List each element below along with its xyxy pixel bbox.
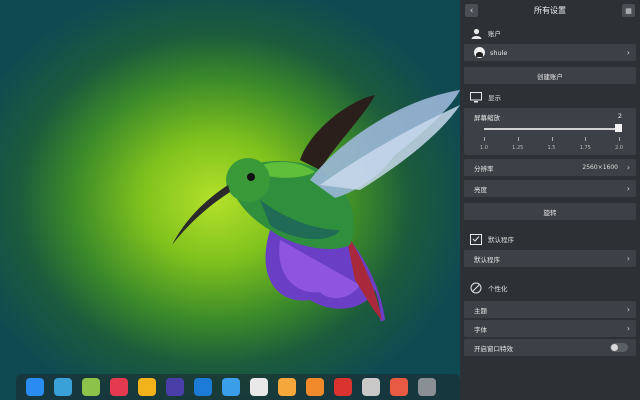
dock-app-store-icon[interactable] [110, 378, 128, 396]
create-account-button[interactable]: 创建账户 [464, 67, 636, 84]
scale-tick [484, 137, 485, 141]
scale-tick [551, 137, 553, 141]
user-icon [470, 27, 482, 39]
user-name: shule [490, 48, 508, 57]
chevron-right-icon: › [626, 48, 630, 57]
font-label: 字体 [474, 325, 487, 334]
dock-chrome-icon[interactable] [138, 378, 156, 396]
grid-view-button[interactable]: ▦ [622, 4, 635, 17]
scale-tick [517, 137, 519, 141]
window-effect-label: 开启窗口特效 [474, 344, 513, 353]
dock-draw-icon[interactable] [250, 378, 268, 396]
scale-slider-track[interactable] [484, 124, 622, 132]
dock-music-icon[interactable] [82, 378, 100, 396]
dock-launcher-icon[interactable] [26, 378, 44, 396]
brightness-row[interactable]: 亮度 › [464, 180, 636, 197]
scale-tick-label: 1.25 [512, 145, 524, 151]
chevron-right-icon: › [626, 254, 630, 263]
dock-terminal-icon[interactable] [334, 378, 352, 396]
scale-tick-label: 2.0 [615, 145, 623, 151]
default-apps-label: 默认程序 [474, 255, 500, 264]
dock-browser-icon[interactable] [222, 378, 240, 396]
dock-system-monitor-icon[interactable] [166, 378, 184, 396]
theme-label: 主题 [474, 306, 487, 315]
avatar [474, 47, 485, 58]
dock-file-manager-icon[interactable] [54, 378, 72, 396]
page-title: 所有设置 [534, 6, 566, 15]
chevron-right-icon: › [626, 305, 630, 314]
dock-image-viewer-icon[interactable] [278, 378, 296, 396]
theme-row[interactable]: 主题 › [464, 301, 636, 318]
section-account: 账户 [460, 22, 640, 44]
palette-icon [470, 282, 482, 294]
section-personalization: 个性化 [460, 277, 640, 299]
settings-panel: ‹ 所有设置 ▦ 账户 shule › 创建账户 显示 屏幕缩放 2 1.0 1.… [460, 0, 640, 400]
resolution-value: 2560×1600 [582, 164, 618, 171]
monitor-icon [470, 91, 482, 103]
dock-screen-recorder-icon[interactable] [390, 378, 408, 396]
settings-topbar: ‹ 所有设置 ▦ [460, 0, 640, 22]
dock-settings-icon[interactable] [362, 378, 380, 396]
chevron-right-icon: › [626, 184, 630, 193]
font-row[interactable]: 字体 › [464, 320, 636, 337]
section-account-label: 账户 [488, 30, 501, 38]
scale-value: 2 [617, 112, 622, 120]
brightness-label: 亮度 [474, 185, 487, 194]
chevron-right-icon: › [626, 324, 630, 333]
screen-scale-control: 屏幕缩放 2 1.0 1.25 1.5 1.75 2.0 [464, 108, 636, 155]
scale-tick [619, 137, 620, 141]
section-personalization-label: 个性化 [488, 285, 508, 293]
hummingbird-wallpaper-image [172, 90, 460, 322]
default-apps-row[interactable]: 默认程序 › [464, 250, 636, 267]
dock-video-player-icon[interactable] [194, 378, 212, 396]
rotate-button[interactable]: 旋转 [464, 203, 636, 220]
scale-tick [585, 137, 587, 141]
dock [16, 374, 460, 400]
section-default-apps-label: 默认程序 [488, 236, 514, 244]
scale-label: 屏幕缩放 [474, 114, 500, 122]
chevron-right-icon: › [626, 163, 630, 172]
grid-icon: ▦ [625, 6, 632, 15]
dock-archive-icon[interactable] [306, 378, 324, 396]
section-display-label: 显示 [488, 94, 501, 102]
create-account-label: 创建账户 [537, 72, 563, 81]
rotate-label: 旋转 [543, 208, 557, 217]
section-default-apps: 默认程序 [460, 228, 640, 250]
account-user-row[interactable]: shule › [464, 44, 636, 61]
scale-tick-label: 1.75 [579, 145, 591, 151]
default-apps-icon [470, 233, 482, 245]
window-effect-row: 开启窗口特效 [464, 339, 636, 356]
scale-tick-label: 1.0 [480, 145, 488, 151]
resolution-label: 分辨率 [474, 164, 494, 173]
scale-tick-label: 1.5 [547, 145, 556, 151]
dock-dev-tools-icon[interactable] [418, 378, 436, 396]
section-display: 显示 [460, 86, 640, 108]
resolution-row[interactable]: 分辨率 2560×1600 › [464, 159, 636, 176]
window-effect-toggle[interactable] [610, 343, 628, 352]
scale-slider-thumb[interactable] [615, 124, 622, 132]
